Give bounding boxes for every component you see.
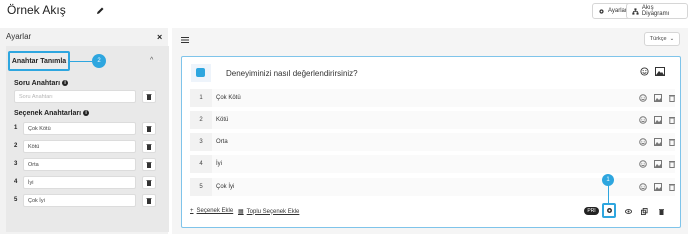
option-number: 1	[190, 89, 212, 107]
callout-badge-2: 2	[92, 54, 106, 68]
emoji-icon[interactable]	[639, 183, 647, 191]
sidebar-title: Ayarlar	[6, 32, 32, 41]
option-number: 2	[190, 111, 212, 129]
option-key-input[interactable]: Kötü	[23, 140, 136, 153]
page-title: Örnek Akış	[7, 3, 66, 17]
option-keys-label-text: Seçenek Anahtarları	[14, 110, 82, 117]
emoji-icon[interactable]	[639, 160, 647, 168]
diagram-button-label: Akış Diyagramı	[641, 5, 670, 17]
option-keys-label: Seçenek Anahtarları i	[14, 110, 90, 117]
option-key-number: 4	[14, 179, 18, 185]
callout-line	[70, 61, 92, 62]
image-icon[interactable]	[654, 183, 662, 191]
info-icon: i	[83, 110, 90, 117]
trash-icon	[146, 198, 152, 204]
delete-question-key-button[interactable]	[142, 90, 156, 103]
trash-icon	[146, 180, 152, 186]
delete-option-key-button[interactable]	[142, 140, 156, 153]
emoji-icon[interactable]	[640, 67, 649, 76]
gear-icon	[606, 208, 612, 213]
option-key-input[interactable]: İyi	[23, 176, 136, 189]
option-label[interactable]: Orta	[216, 139, 228, 145]
image-icon[interactable]	[654, 160, 662, 168]
emoji-icon[interactable]	[639, 94, 647, 102]
image-icon[interactable]	[654, 94, 662, 102]
option-settings-button[interactable]	[602, 203, 616, 218]
option-label[interactable]: Kötü	[216, 117, 228, 123]
question-type-icon	[196, 68, 205, 77]
option-key-number: 2	[14, 143, 18, 149]
trash-icon[interactable]	[668, 160, 676, 168]
option-key-number: 1	[14, 125, 18, 131]
option-number: 4	[190, 155, 212, 173]
question-key-label-text: Soru Anahtarı	[14, 80, 61, 87]
add-option-label: Seçenek Ekle	[196, 208, 234, 214]
option-key-number: 3	[14, 161, 18, 167]
option-key-input[interactable]: Orta	[23, 158, 136, 171]
bulk-add-option-link[interactable]: ▦ Toplu Seçenek Ekle	[238, 208, 300, 216]
delete-option-key-button[interactable]	[142, 158, 156, 171]
chevron-up-icon[interactable]: ^	[150, 57, 153, 64]
option-label[interactable]: İyi	[216, 161, 222, 167]
option-row	[212, 111, 675, 129]
trash-icon[interactable]	[658, 208, 665, 215]
option-key-number: 5	[14, 197, 18, 203]
question-key-label: Soru Anahtarı i	[14, 80, 69, 87]
option-key-input[interactable]: Çok Kötü	[23, 122, 136, 135]
trash-icon	[146, 162, 152, 168]
option-label[interactable]: Çok İyi	[216, 184, 234, 190]
close-icon[interactable]: ×	[157, 32, 162, 42]
sitemap-icon	[632, 7, 639, 15]
pencil-icon[interactable]	[95, 6, 105, 16]
key-definition-header[interactable]: Anahtar Tanımla	[8, 51, 70, 71]
question-key-input[interactable]: Soru Anahtarı	[14, 90, 136, 103]
bulk-add-option-label: Toplu Seçenek Ekle	[246, 208, 300, 215]
callout-line-vertical	[608, 185, 609, 203]
question-text[interactable]: Deneyiminizi nasıl değerlendirirsiniz?	[226, 69, 358, 78]
info-icon: i	[62, 80, 69, 87]
option-number: 5	[190, 178, 212, 196]
option-number: 3	[190, 133, 212, 151]
image-icon[interactable]	[655, 67, 665, 76]
menu-icon[interactable]	[181, 37, 189, 43]
copy-icon[interactable]	[641, 208, 648, 215]
emoji-icon[interactable]	[639, 116, 647, 124]
option-label[interactable]: Çok Kötü	[216, 95, 241, 101]
delete-option-key-button[interactable]	[142, 122, 156, 135]
settings-button-label: Ayarlar	[608, 8, 627, 14]
delete-option-key-button[interactable]	[142, 176, 156, 189]
trash-icon[interactable]	[668, 138, 676, 146]
pri-badge[interactable]: PRI	[584, 207, 599, 215]
diagram-button[interactable]: Akış Diyagramı	[626, 3, 688, 19]
language-select-value: Türkçe	[649, 36, 667, 42]
trash-icon	[146, 126, 152, 132]
trash-icon[interactable]	[668, 116, 676, 124]
callout-badge-1: 1	[602, 174, 614, 186]
language-select[interactable]: Türkçe ⌄	[644, 32, 680, 46]
trash-icon	[146, 94, 152, 100]
option-row	[212, 133, 675, 151]
trash-icon[interactable]	[668, 183, 676, 191]
delete-option-key-button[interactable]	[142, 194, 156, 207]
image-icon[interactable]	[654, 138, 662, 146]
add-option-link[interactable]: + Seçenek Ekle	[190, 208, 233, 214]
option-row	[212, 89, 675, 107]
trash-icon	[146, 144, 152, 150]
bulk-list-icon: ▦	[238, 209, 244, 215]
eye-icon[interactable]	[625, 208, 632, 215]
option-row	[212, 155, 675, 173]
chevron-down-icon: ⌄	[669, 36, 675, 42]
emoji-icon[interactable]	[639, 138, 647, 146]
option-key-input[interactable]: Çok İyi	[23, 194, 136, 207]
top-bar: Örnek Akış Ayarlar Akış Diyagramı	[0, 0, 688, 22]
trash-icon[interactable]	[668, 94, 676, 102]
plus-icon: +	[190, 208, 194, 214]
gear-icon	[599, 8, 604, 14]
image-icon[interactable]	[654, 116, 662, 124]
